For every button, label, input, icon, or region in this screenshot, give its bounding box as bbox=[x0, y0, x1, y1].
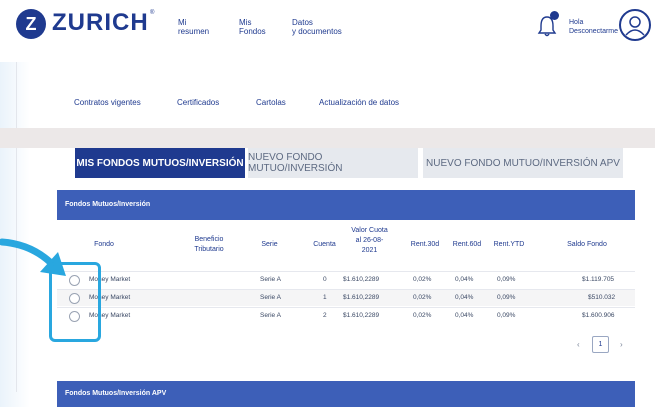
col-serie: Serie bbox=[261, 241, 278, 248]
col-cuenta: Cuenta bbox=[313, 241, 336, 248]
table-row[interactable]: Money Market Serie A 1 $1.610,2289 0,02%… bbox=[57, 289, 635, 306]
user-greeting[interactable]: Hola Desconectarme bbox=[569, 18, 618, 36]
pager-prev-icon[interactable]: ‹ bbox=[577, 340, 580, 349]
logo-registered-mark: ® bbox=[150, 10, 155, 16]
cell-cuenta: 2 bbox=[323, 312, 327, 319]
nav-datos-documentos[interactable]: Datos y documentos bbox=[292, 18, 342, 36]
col-valor-cuota: Valor Cuota al 26-08- 2021 bbox=[351, 227, 388, 254]
tab-nuevo-fondo-apv[interactable]: NUEVO FONDO MUTUO/INVERSIÓN APV bbox=[423, 148, 623, 178]
table-header: Fondo Beneficio Tributario Serie Cuenta … bbox=[57, 220, 635, 270]
table2-title: Fondos Mutuos/Inversión APV bbox=[57, 381, 635, 407]
section-band bbox=[0, 128, 655, 148]
cell-rent-ytd: 0,09% bbox=[497, 276, 516, 283]
col-fondo: Fondo bbox=[94, 241, 114, 248]
zurich-logo-icon[interactable]: Z bbox=[16, 9, 46, 39]
header: Z ZURICH ® Mi resumen Mis Fondos Datos y… bbox=[0, 0, 655, 62]
cell-rent-30d: 0,02% bbox=[413, 294, 432, 301]
subnav-cartolas[interactable]: Cartolas bbox=[256, 98, 286, 107]
cell-rent-ytd: 0,09% bbox=[497, 294, 516, 301]
cell-saldo: $1.119.705 bbox=[582, 276, 615, 283]
cell-serie: Serie A bbox=[260, 312, 281, 319]
col-rent-30d: Rent.30d bbox=[410, 241, 440, 248]
cell-serie: Serie A bbox=[260, 294, 281, 301]
cell-rent-60d: 0,04% bbox=[455, 312, 474, 319]
subnav-contratos-vigentes[interactable]: Contratos vigentes bbox=[74, 98, 141, 107]
cell-saldo: $510.032 bbox=[588, 294, 616, 301]
table-title: Fondos Mutuos/Inversión bbox=[57, 190, 635, 220]
cell-rent-30d: 0,02% bbox=[413, 312, 432, 319]
annotation-highlight-box bbox=[49, 262, 101, 342]
subnav-actualizacion-datos[interactable]: Actualización de datos bbox=[319, 98, 399, 107]
cell-cuenta: 1 bbox=[323, 294, 327, 301]
tab-nuevo-fondo[interactable]: NUEVO FONDO MUTUO/INVERSIÓN bbox=[248, 148, 418, 178]
nav-mis-fondos[interactable]: Mis Fondos bbox=[239, 18, 266, 36]
cell-valor: $1.610,2289 bbox=[343, 294, 380, 301]
cell-rent-ytd: 0,09% bbox=[497, 312, 516, 319]
logo-text[interactable]: ZURICH bbox=[52, 9, 149, 37]
table-row[interactable]: Money Market Serie A 0 $1.610,2289 0,02%… bbox=[57, 271, 635, 288]
page: Z ZURICH ® Mi resumen Mis Fondos Datos y… bbox=[0, 0, 655, 407]
content-left-border bbox=[16, 62, 17, 392]
cell-rent-30d: 0,02% bbox=[413, 276, 432, 283]
cell-valor: $1.610,2289 bbox=[343, 312, 380, 319]
cell-saldo: $1.600.906 bbox=[582, 312, 615, 319]
subnav-certificados[interactable]: Certificados bbox=[177, 98, 219, 107]
user-avatar-icon[interactable] bbox=[619, 9, 651, 41]
pager-page-1[interactable]: 1 bbox=[592, 336, 609, 353]
cell-cuenta: 0 bbox=[323, 276, 327, 283]
cell-rent-60d: 0,04% bbox=[455, 294, 474, 301]
col-rent-ytd: Rent.YTD bbox=[493, 241, 525, 248]
table-row[interactable]: Money Market Serie A 2 $1.610,2289 0,02%… bbox=[57, 307, 635, 324]
notification-badge bbox=[550, 11, 559, 20]
pager-next-icon[interactable]: › bbox=[620, 340, 623, 349]
col-saldo: Saldo Fondo bbox=[567, 241, 607, 248]
col-beneficio: Beneficio Tributario bbox=[194, 236, 224, 253]
cell-serie: Serie A bbox=[260, 276, 281, 283]
tab-mis-fondos[interactable]: MIS FONDOS MUTUOS/INVERSIÓN bbox=[75, 148, 245, 178]
col-rent-60d: Rent.60d bbox=[452, 241, 482, 248]
cell-valor: $1.610,2289 bbox=[343, 276, 380, 283]
cell-rent-60d: 0,04% bbox=[455, 276, 474, 283]
nav-mi-resumen[interactable]: Mi resumen bbox=[178, 18, 209, 36]
